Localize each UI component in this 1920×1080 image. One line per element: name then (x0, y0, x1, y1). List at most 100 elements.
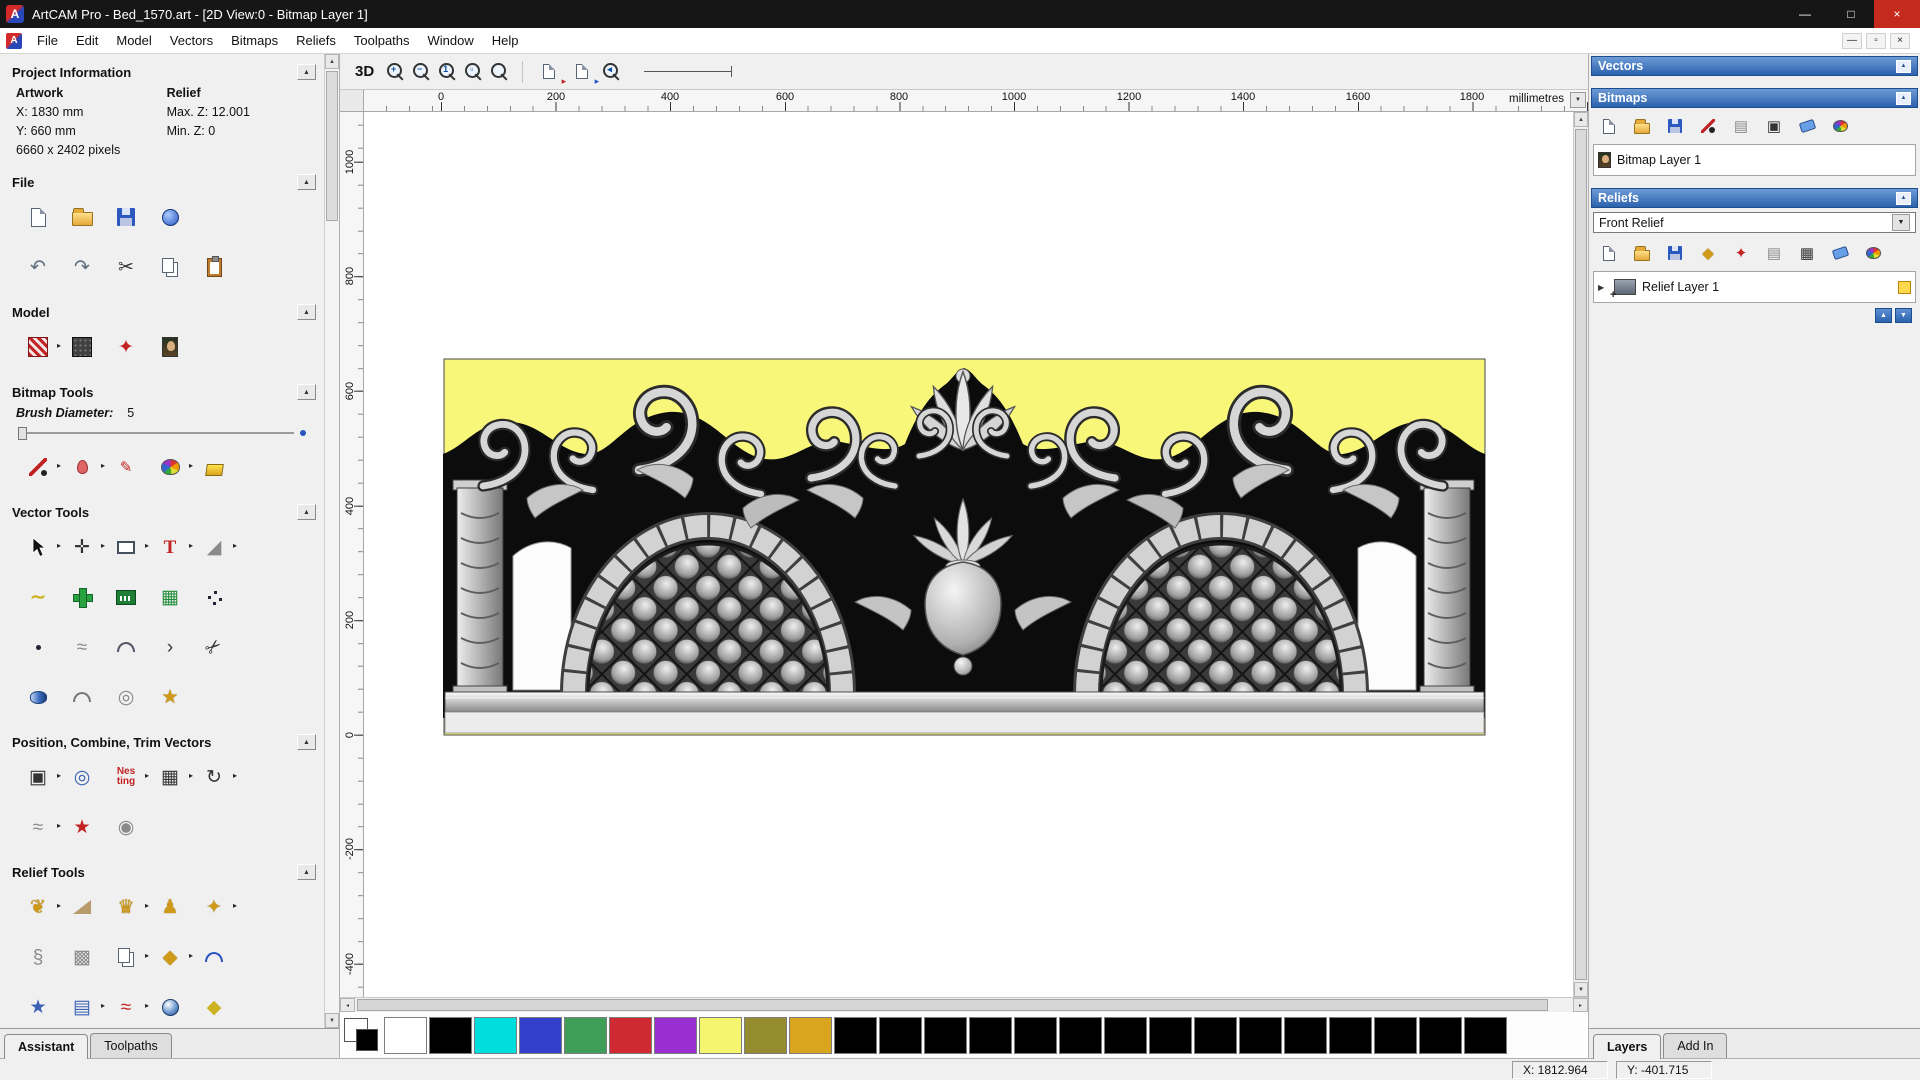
collapse-project-info-button[interactable]: ▲ (297, 64, 316, 80)
scrollbar-thumb[interactable] (326, 71, 338, 221)
freehand-draw-icon[interactable]: ∼ (16, 577, 60, 617)
secondary-colour[interactable] (356, 1029, 378, 1051)
palette-swatch[interactable] (1374, 1016, 1417, 1054)
relief-from-clipart-icon[interactable]: ✦ (104, 327, 148, 367)
block-copy-icon[interactable]: ▦ ▸ (148, 757, 193, 797)
relief-layer-row[interactable]: ▶ + Relief Layer 1 (1598, 275, 1911, 301)
draw-icon[interactable]: ✎ (104, 447, 148, 487)
canvas-vertical-scrollbar[interactable]: ▲ ▼ (1573, 112, 1588, 997)
tab-assistant[interactable]: Assistant (4, 1034, 89, 1059)
relief-delete-icon[interactable]: ✦ (1727, 240, 1755, 266)
relief-selector-combobox[interactable]: Front Relief ▼ (1593, 212, 1916, 233)
relief-envelope-icon[interactable]: ◆ ▸ (148, 937, 193, 977)
fillet-curve-icon[interactable] (60, 677, 104, 717)
adjust-model-icon[interactable] (60, 327, 104, 367)
menu-reliefs[interactable]: Reliefs (287, 29, 345, 52)
collapse-relief-tools-button[interactable]: ▲ (297, 864, 316, 880)
relief-layers-icon[interactable]: ▸ (104, 937, 149, 977)
bitmap-eraser-icon[interactable] (1793, 113, 1821, 139)
palette-swatch[interactable] (924, 1016, 967, 1054)
scrollbar-thumb[interactable] (1575, 129, 1587, 980)
palette-swatch[interactable] (474, 1016, 517, 1054)
tab-toolpaths[interactable]: Toolpaths (90, 1033, 172, 1058)
relief-layer-name[interactable]: Relief Layer 1 (1642, 280, 1719, 294)
palette-swatch[interactable] (1464, 1016, 1507, 1054)
palette-swatch[interactable] (429, 1016, 472, 1054)
palette-swatch[interactable] (564, 1016, 607, 1054)
create-star-icon[interactable]: ★ (148, 677, 192, 717)
center-in-page-icon[interactable]: ▣ ▸ (16, 757, 61, 797)
collapse-position-button[interactable]: ▲ (297, 734, 316, 750)
zoom-objects-icon[interactable]: ▫ (464, 62, 483, 81)
open-model-icon[interactable] (60, 197, 104, 237)
move-layer-up-button[interactable]: ▲ (1875, 308, 1892, 323)
scroll-down-button[interactable]: ▼ (325, 1013, 339, 1028)
weld-vectors-icon[interactable]: ★ (60, 807, 104, 847)
collapse-model-button[interactable]: ▲ (297, 304, 316, 320)
shape-editor-icon[interactable]: ♛ ▸ (104, 887, 149, 927)
open-bitmap-layer-icon[interactable] (1628, 113, 1656, 139)
weave-wizard-icon[interactable]: ▩ (60, 937, 104, 977)
scroll-down-button[interactable]: ▼ (1574, 982, 1588, 997)
relief-calculate-icon[interactable]: ▦ (1793, 240, 1821, 266)
circular-copy-icon[interactable]: ◎ (60, 757, 104, 797)
copy-icon[interactable] (148, 247, 192, 287)
paint-icon[interactable]: ▸ (16, 447, 61, 487)
offset-vectors-icon[interactable]: ◎ (104, 677, 148, 717)
new-relief-layer-icon[interactable] (1595, 240, 1623, 266)
flood-fill-icon[interactable]: ▸ (60, 447, 105, 487)
zoom-out-icon[interactable]: − (412, 62, 431, 81)
bezier-curve-icon[interactable] (104, 627, 148, 667)
document-icon[interactable] (6, 32, 22, 49)
bitmap-to-vector-icon[interactable]: ▦ (148, 577, 192, 617)
bitmap-merge-icon[interactable]: ▤ (1727, 113, 1755, 139)
select-vectors-icon[interactable]: ▸ (16, 527, 61, 567)
collapse-bitmap-tools-button[interactable]: ▲ (297, 384, 316, 400)
reliefs-section-header[interactable]: Reliefs ▲ (1591, 188, 1918, 208)
polyline-icon[interactable]: › (148, 627, 192, 667)
tab-add-in[interactable]: Add In (1663, 1033, 1728, 1058)
palette-swatch[interactable] (609, 1016, 652, 1054)
set-model-size-icon[interactable]: ▸ (16, 327, 61, 367)
relief-clipart-library-icon[interactable]: ♟ (148, 887, 192, 927)
transform-vectors-icon[interactable]: ✛ ▸ (60, 527, 105, 567)
palette-swatch[interactable] (1059, 1016, 1102, 1054)
create-text-icon[interactable]: T ▸ (148, 527, 193, 567)
vectors-section-header[interactable]: Vectors ▲ (1591, 56, 1918, 76)
create-cross-icon[interactable] (60, 577, 104, 617)
new-bitmap-layer-icon[interactable] (1595, 113, 1623, 139)
node-editing-icon[interactable] (192, 577, 236, 617)
load-bitmap-image-icon[interactable] (148, 327, 192, 367)
open-relief-layer-icon[interactable] (1628, 240, 1656, 266)
view-3d-button[interactable]: 3D (350, 61, 379, 82)
ruler-unit-stepper[interactable]: ▼ (1570, 92, 1586, 108)
toggle-bitmap-visibility-icon[interactable]: ▸ (536, 59, 566, 86)
bitmaps-section-header[interactable]: Bitmaps ▲ (1591, 88, 1918, 108)
palette-swatch[interactable] (699, 1016, 742, 1054)
two-rail-sweep-icon[interactable] (192, 937, 236, 977)
collapse-reliefs-button[interactable]: ▲ (1896, 191, 1911, 205)
assistant-scrollbar[interactable]: ▲ ▼ (324, 54, 339, 1028)
menu-edit[interactable]: Edit (67, 29, 107, 52)
palette-swatch[interactable] (879, 1016, 922, 1054)
bitmap-paint-icon[interactable] (1694, 113, 1722, 139)
canvas-horizontal-scrollbar[interactable]: ◂ ▸ (340, 997, 1588, 1012)
bitmap-text-icon[interactable]: ▣ (1760, 113, 1788, 139)
menu-model[interactable]: Model (107, 29, 160, 52)
move-layer-down-button[interactable]: ▼ (1895, 308, 1912, 323)
maximize-button[interactable]: □ (1828, 0, 1874, 28)
relief-import-icon[interactable]: ◆ (1694, 240, 1722, 266)
save-model-icon[interactable] (104, 197, 148, 237)
palette-swatch[interactable] (744, 1016, 787, 1054)
palette-swatch[interactable] (384, 1016, 427, 1054)
slider-track[interactable] (27, 432, 294, 434)
menu-help[interactable]: Help (483, 29, 528, 52)
create-point-icon[interactable] (16, 627, 60, 667)
spiral-icon[interactable]: ◉ (104, 807, 148, 847)
paint-selective-icon[interactable] (192, 447, 236, 487)
add-draft-icon[interactable]: ◆ (192, 987, 236, 1027)
undo-icon[interactable]: ↶ (16, 247, 60, 287)
relief-eraser-icon[interactable] (1826, 240, 1854, 266)
save-bitmap-layer-icon[interactable] (1661, 113, 1689, 139)
palette-swatch[interactable] (1419, 1016, 1462, 1054)
